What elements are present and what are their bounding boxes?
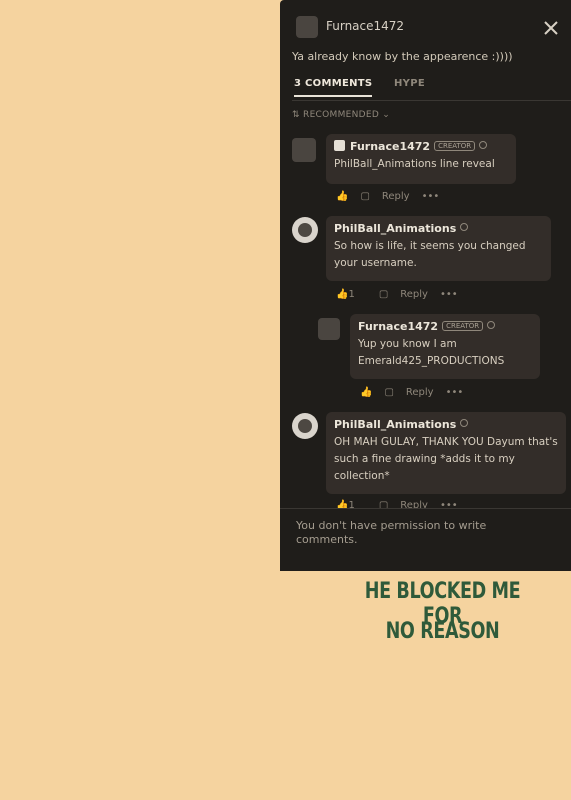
sort-icon: ⇅ xyxy=(292,110,304,120)
like-icon[interactable]: 👍 xyxy=(336,191,348,202)
comment-text: PhilBall_Animations line reveal xyxy=(334,158,495,170)
info-icon xyxy=(479,141,488,149)
comment-bubble: Furnace1472 CREATOR PhilBall_Animations l… xyxy=(326,134,516,184)
avatar[interactable] xyxy=(318,318,340,340)
comment-author[interactable]: PhilBall_Animations xyxy=(334,222,543,235)
avatar[interactable] xyxy=(292,413,318,439)
comments-panel: Furnace1472 Ya already know by the appea… xyxy=(280,0,571,571)
more-icon[interactable]: ••• xyxy=(446,387,464,398)
comment-bubble: Furnace1472 CREATOR Yup you know I am Eme… xyxy=(350,314,540,379)
panel-header: Furnace1472 xyxy=(292,14,561,42)
comment-icon[interactable]: ▢ xyxy=(379,289,388,300)
channel-name[interactable]: Furnace1472 xyxy=(326,19,404,33)
sort-label: RECOMMENDED xyxy=(303,110,380,120)
twitter-icon xyxy=(334,140,345,151)
post-description: Ya already know by the appearence :)))) xyxy=(292,50,513,63)
more-icon[interactable]: ••• xyxy=(422,191,440,202)
like-icon[interactable]: 👍 xyxy=(360,387,372,398)
comment-actions: 👍 ▢ Reply ••• xyxy=(360,387,475,398)
reply-button[interactable]: Reply xyxy=(406,387,434,398)
avatar[interactable] xyxy=(292,217,318,243)
permission-notice: You don't have permission to write comme… xyxy=(296,519,487,546)
comment-author[interactable]: Furnace1472 CREATOR xyxy=(334,140,508,153)
comment-text: OH MAH GULAY, THANK YOU Dayum that's suc… xyxy=(334,436,558,482)
avatar[interactable] xyxy=(292,138,316,162)
close-icon[interactable] xyxy=(541,18,561,38)
sort-dropdown[interactable]: ⇅ RECOMMENDED ⌄ xyxy=(292,110,390,120)
reply-button[interactable]: Reply xyxy=(382,191,410,202)
channel-avatar[interactable] xyxy=(296,16,318,38)
comment-text: So how is life, it seems you changed you… xyxy=(334,240,526,269)
comment-author[interactable]: Furnace1472 CREATOR xyxy=(358,320,532,333)
reply-button[interactable]: Reply xyxy=(400,289,428,300)
comment-author[interactable]: PhilBall_Animations xyxy=(334,418,558,431)
more-icon[interactable]: ••• xyxy=(440,289,458,300)
comment-tabs: 3 COMMENTS HYPE xyxy=(292,78,571,101)
comment-icon[interactable]: ▢ xyxy=(360,191,369,202)
comment-icon[interactable]: ▢ xyxy=(384,387,393,398)
comment-actions: 👍 ▢ Reply ••• xyxy=(336,191,451,202)
like-icon[interactable]: 👍1 xyxy=(336,289,367,300)
comment-actions: 👍1 ▢ Reply ••• xyxy=(336,289,470,300)
creator-badge: CREATOR xyxy=(434,141,476,151)
info-icon xyxy=(460,223,469,231)
tab-comments[interactable]: 3 COMMENTS xyxy=(294,78,373,97)
comment-bubble: PhilBall_Animations OH MAH GULAY, THANK … xyxy=(326,412,566,494)
chevron-down-icon: ⌄ xyxy=(379,110,391,120)
creator-badge: CREATOR xyxy=(442,321,484,331)
caption-line-2: NO REASON xyxy=(385,619,500,644)
info-icon xyxy=(460,419,469,427)
info-icon xyxy=(487,321,496,329)
comment-footer: You don't have permission to write comme… xyxy=(280,508,571,571)
comment-bubble: PhilBall_Animations So how is life, it s… xyxy=(326,216,551,281)
like-count: 1 xyxy=(348,289,355,300)
tab-hype[interactable]: HYPE xyxy=(394,78,425,89)
comment-text: Yup you know I am Emerald425_PRODUCTIONS xyxy=(358,338,505,367)
